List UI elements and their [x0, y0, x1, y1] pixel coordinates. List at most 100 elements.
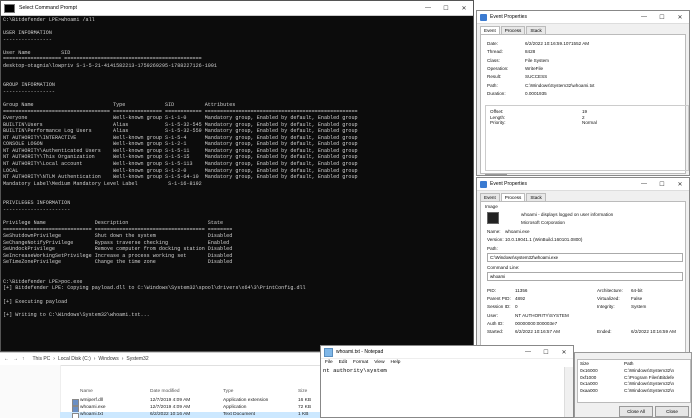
column-size[interactable]: Size	[580, 361, 589, 366]
notepad-icon	[324, 347, 333, 357]
breadcrumb-2[interactable]: Windows	[98, 356, 118, 362]
image-group-label: Image	[485, 204, 498, 209]
close-icon[interactable]: ✕	[455, 1, 473, 15]
cmd-line: Mandatory Label\Medium Mandatory Level L…	[3, 180, 202, 187]
menu-help[interactable]: Help	[391, 360, 401, 365]
cmd-line: [+] Executing payload	[3, 298, 68, 305]
file-type: Application extension	[223, 398, 269, 403]
modules-panel[interactable]: Size Path 0x16000 C:\Windows\System32\n 0x…	[574, 352, 692, 418]
close-button[interactable]: Close	[655, 406, 689, 417]
cmd-line: LOCAL Well-known group S-1-2-0 Mandatory…	[3, 167, 358, 174]
breadcrumb-1[interactable]: Local Disk (C:)	[58, 356, 91, 362]
file-name: whoami.exe	[80, 405, 106, 410]
cmd-line: SeShutdownPrivilege Shut down the system…	[3, 233, 233, 240]
path-label: Path:	[487, 246, 498, 251]
cmd-line: desktop-otagnia\lowpriv S-1-5-21-4141582…	[3, 62, 217, 69]
event2-pane: Image whoami - displays logged on user i…	[480, 201, 686, 364]
cmd-line: SeChangeNotifyPrivilege Bypass traverse …	[3, 239, 230, 246]
event1-title: Event Properties	[490, 14, 527, 20]
minimize-icon[interactable]: —	[519, 346, 537, 358]
event-properties-window-1[interactable]: Event Properties — ☐ ✕ Event Process Sta…	[476, 10, 690, 176]
tab-stack[interactable]: Stack	[526, 26, 546, 34]
company-name: Microsoft Corporation	[521, 220, 565, 225]
process-field-value: 6/2/2022 10:16:57 AM	[515, 329, 560, 334]
minimize-icon[interactable]: —	[419, 1, 437, 15]
up-arrow-button[interactable]: ▲	[485, 174, 496, 175]
version-label: Version:	[487, 237, 504, 242]
detail-label: Offset:	[490, 109, 504, 114]
event2-titlebar[interactable]: Event Properties — ☐ ✕	[477, 178, 689, 191]
process-field-label: Started:	[487, 329, 504, 334]
tab-stack[interactable]: Stack	[526, 193, 546, 201]
event-properties-window-2[interactable]: Event Properties — ☐ ✕ Event Process Sta…	[476, 177, 690, 365]
process-field-value: System	[631, 304, 647, 310]
menu-edit[interactable]: Edit	[339, 360, 347, 365]
chevron-right-icon: ›	[53, 356, 55, 362]
column-size[interactable]: Size	[298, 389, 307, 394]
minimize-icon[interactable]: —	[635, 178, 653, 190]
up-arrow-icon[interactable]: ↑	[22, 356, 25, 362]
cmd-line: [+] Bitdefender LPE: Copying payload.dll…	[3, 285, 306, 292]
text-file-icon	[72, 413, 79, 418]
menu-view[interactable]: View	[374, 360, 384, 365]
notepad-title: whoami.txt - Notepad	[336, 349, 384, 355]
maximize-icon[interactable]: ☐	[653, 11, 671, 23]
close-all-button[interactable]: Close All	[619, 406, 653, 417]
column-type[interactable]: Type	[223, 389, 233, 394]
vertical-scrollbar[interactable]	[564, 367, 573, 417]
navigation-pane[interactable]	[0, 365, 61, 418]
name-value: whoami.exe	[505, 229, 530, 234]
file-row[interactable]: whoami.exe 12/7/2019 4:09 AM Application 72…	[60, 405, 320, 413]
event1-pane: Date: 6/2/2022 10:16:59.1071552 AM Thread:…	[480, 34, 689, 175]
event-field-label: Path:	[487, 82, 498, 88]
close-icon[interactable]: ✕	[671, 178, 689, 190]
column-date[interactable]: Date modified	[150, 389, 180, 394]
cmdline-field[interactable]: whoami	[487, 272, 683, 281]
column-path[interactable]: Path	[624, 361, 633, 366]
event-field-value: WriteFile	[525, 65, 544, 71]
forward-arrow-icon[interactable]: →	[13, 356, 18, 362]
cmd-output[interactable]: C:\Bitdefender LPE>whoami /all USER INFO…	[1, 16, 473, 319]
menu-file[interactable]: File	[325, 360, 333, 365]
back-arrow-icon[interactable]: ←	[4, 356, 9, 362]
cmd-line: SeTimeZonePrivilege Change the time zone…	[3, 259, 233, 266]
path-field[interactable]: C:\Windows\system32\whoami.exe	[487, 253, 683, 262]
breadcrumb-0[interactable]: This PC	[33, 356, 51, 362]
column-name[interactable]: Name	[80, 389, 93, 394]
notepad-text-area[interactable]: nt authority\system	[323, 367, 559, 417]
modules-list[interactable]: Size Path 0x16000 C:\Windows\System32\n 0x…	[577, 359, 691, 403]
notepad-content: nt authority\system	[323, 367, 387, 374]
tab-process[interactable]: Process	[500, 193, 526, 201]
process-field-value: False	[631, 296, 643, 302]
file-row[interactable]: wmiperf.dll 12/7/2019 4:09 AM Application …	[60, 398, 320, 406]
command-prompt-window[interactable]: Select Command Prompt — ☐ ✕ C:\Bitdefend…	[0, 0, 474, 352]
menu-format[interactable]: Format	[353, 360, 368, 365]
file-row[interactable]: whoami.txt 6/2/2022 10:16 AM Text Document…	[60, 412, 320, 418]
process-field-label: Ended:	[597, 329, 612, 334]
notepad-window[interactable]: whoami.txt - Notepad — ☐ ✕ File Edit For…	[320, 345, 574, 418]
module-size: 0x16000	[580, 368, 598, 373]
close-icon[interactable]: ✕	[555, 346, 573, 358]
process-field-value: 4892	[515, 296, 526, 302]
maximize-icon[interactable]: ☐	[537, 346, 555, 358]
tab-process[interactable]: Process	[500, 26, 526, 34]
process-field-label: Parent PID:	[487, 296, 511, 302]
minimize-icon[interactable]: —	[635, 11, 653, 23]
close-icon[interactable]: ✕	[671, 11, 689, 23]
event1-titlebar[interactable]: Event Properties — ☐ ✕	[477, 11, 689, 24]
breadcrumb-3[interactable]: System32	[126, 356, 148, 362]
cmd-line: NT AUTHORITY\NTLM Authentication Well-kn…	[3, 174, 358, 181]
tab-event[interactable]: Event	[480, 26, 500, 34]
file-explorer-window[interactable]: ← → ↑ This PC › Local Disk (C:) › Window…	[0, 352, 320, 418]
cmd-icon	[4, 3, 15, 13]
down-arrow-button[interactable]: ▼	[496, 174, 507, 175]
cmd-line: ----------------	[3, 36, 52, 43]
maximize-icon[interactable]: ☐	[653, 178, 671, 190]
cmd-line: GROUP INFORMATION	[3, 82, 55, 89]
process-field-value: 11356	[515, 288, 528, 293]
detail-label: Length:	[490, 114, 506, 120]
process-field-value: 64-bit	[631, 288, 643, 293]
cmd-titlebar[interactable]: Select Command Prompt — ☐ ✕	[1, 1, 473, 16]
maximize-icon[interactable]: ☐	[437, 1, 455, 15]
tab-event[interactable]: Event	[480, 193, 500, 201]
